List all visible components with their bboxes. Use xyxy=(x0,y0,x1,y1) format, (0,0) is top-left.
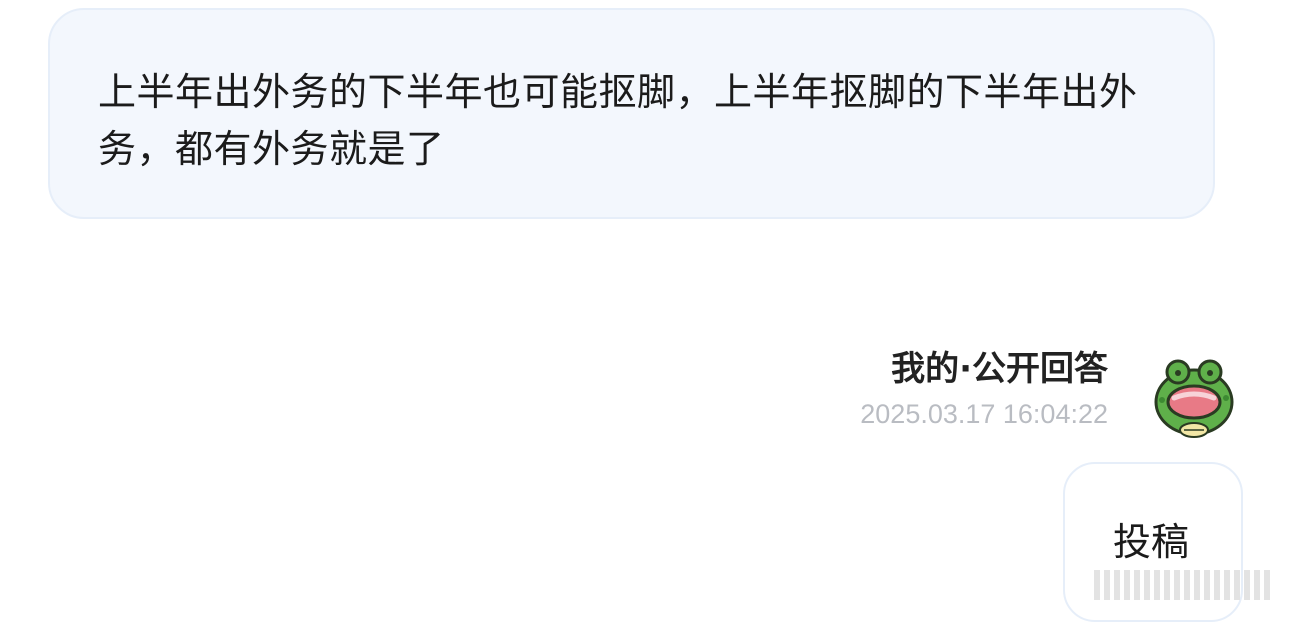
answer-title: 我的·公开回答 xyxy=(891,349,1108,389)
green-frog-avatar-icon xyxy=(1154,359,1234,438)
avatar[interactable] xyxy=(1148,354,1240,438)
reply-text: 投稿 xyxy=(1113,520,1190,564)
watermark-stripes-icon xyxy=(1094,570,1270,600)
answer-meta: 我的·公开回答 2025.03.17 16:04:22 xyxy=(860,346,1108,432)
question-bubble: 上半年出外务的下半年也可能抠脚，上半年抠脚的下半年出外务，都有外务就是了 xyxy=(48,8,1215,219)
answer-timestamp: 2025.03.17 16:04:22 xyxy=(860,399,1108,429)
question-text: 上半年出外务的下半年也可能抠脚，上半年抠脚的下半年出外务，都有外务就是了 xyxy=(98,70,1138,171)
